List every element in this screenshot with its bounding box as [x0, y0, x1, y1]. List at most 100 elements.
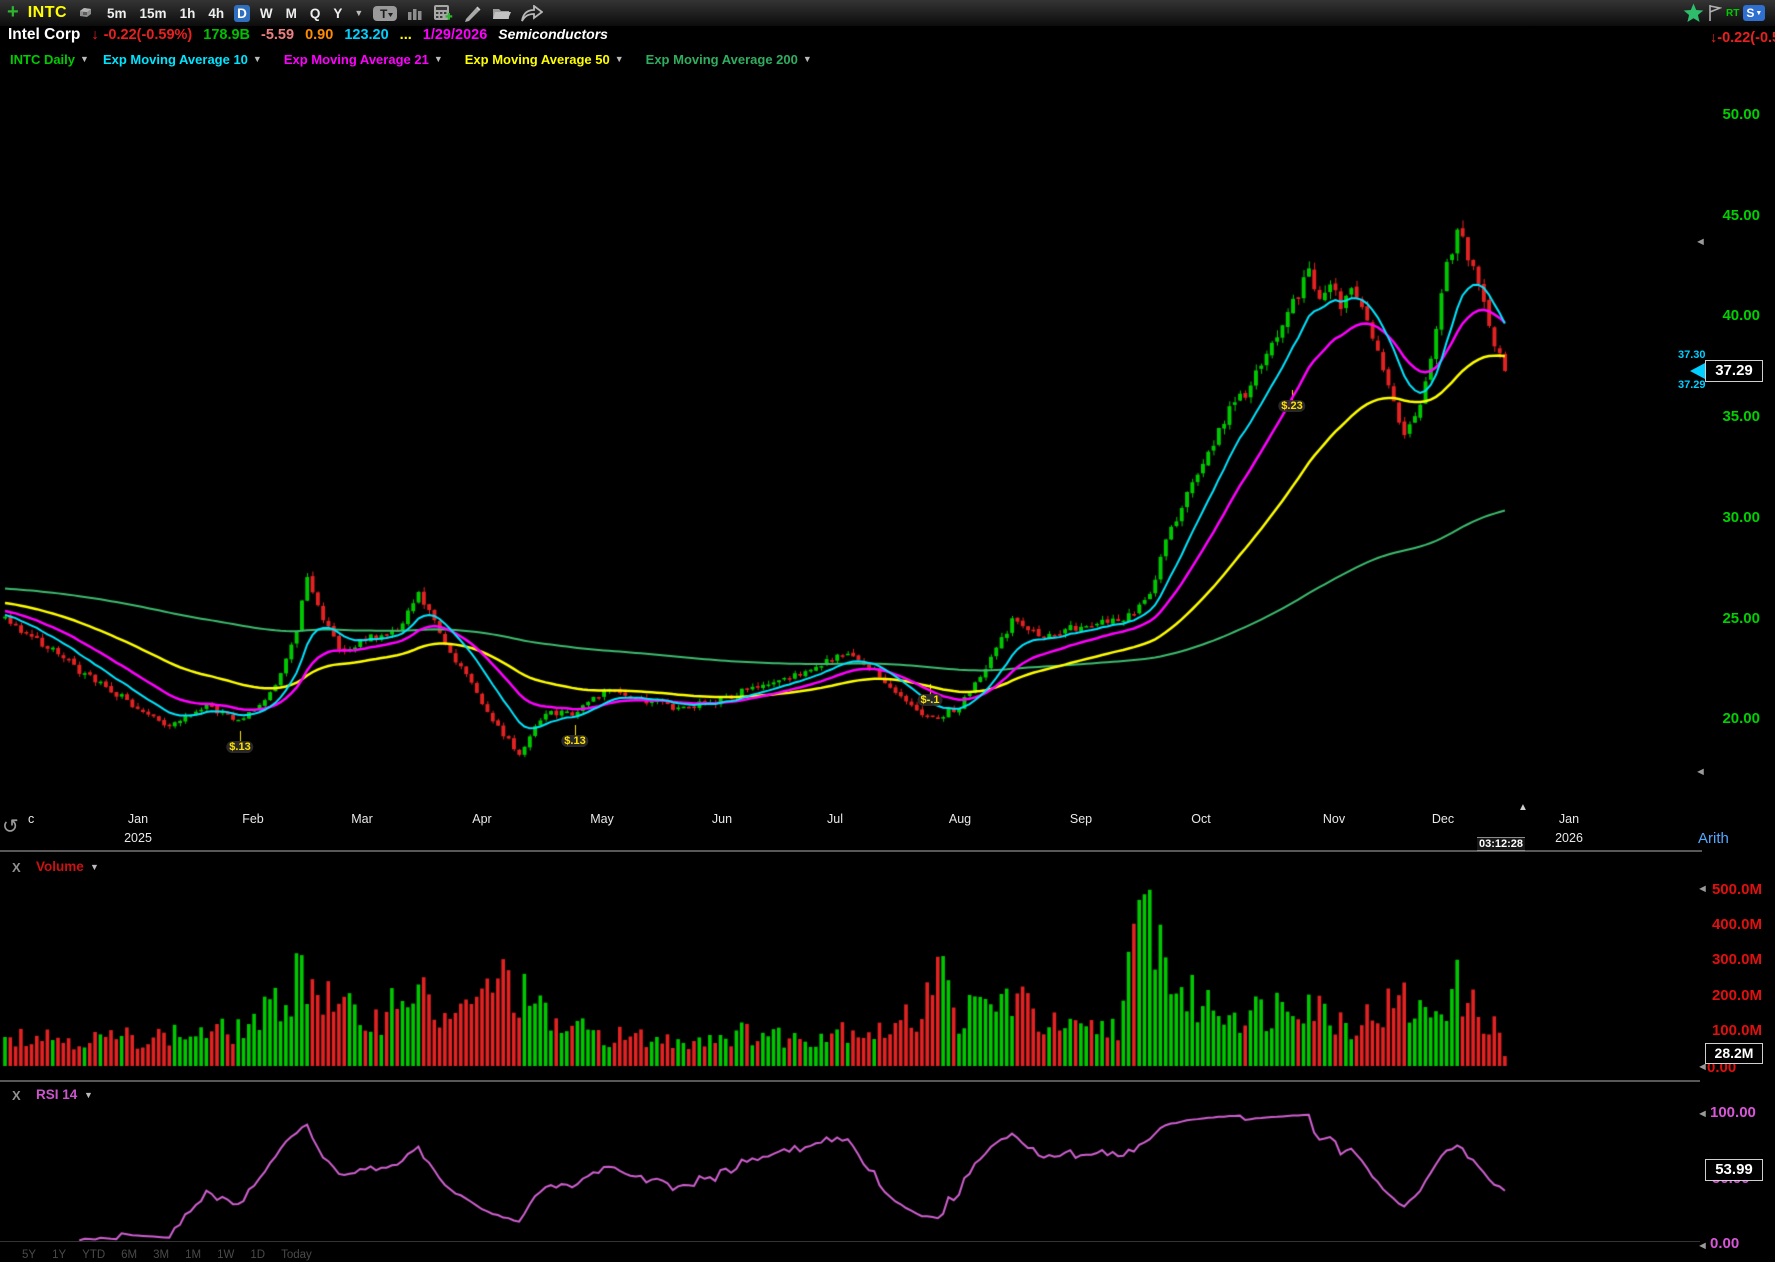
last-price-box: 37.29 — [1705, 360, 1763, 382]
indicator-label: Exp Moving Average 200 — [646, 52, 798, 67]
indicator-caret-icon[interactable]: ▼ — [253, 54, 262, 64]
refresh-range-icon[interactable]: ↺ — [2, 814, 19, 839]
timeframe-W[interactable]: W — [257, 5, 276, 22]
rsi-pane-close-button[interactable]: X — [12, 1088, 21, 1103]
price-tick-30.00: 30.00 — [1688, 509, 1760, 526]
month-label-Jul: Jul — [805, 812, 865, 826]
scale-marker-icon-5: ◄ — [1697, 1240, 1708, 1252]
range-link-6M[interactable]: 6M — [121, 1249, 137, 1261]
bars-icon[interactable] — [407, 6, 423, 21]
range-link-1W[interactable]: 1W — [217, 1249, 234, 1261]
price-tick-25.00: 25.00 — [1688, 610, 1760, 627]
pencil-icon[interactable] — [463, 5, 482, 22]
range-link-1Y[interactable]: 1Y — [52, 1249, 66, 1261]
symbol-input[interactable]: INTC — [28, 4, 67, 22]
indicator-label: Exp Moving Average 21 — [284, 52, 429, 67]
range-link-1M[interactable]: 1M — [185, 1249, 201, 1261]
year-label-2025: 2025 — [108, 831, 168, 845]
quote-date: 1/29/2026 — [423, 27, 488, 43]
indicator-caret-icon[interactable]: ▼ — [803, 54, 812, 64]
stream-badge[interactable]: S▼ — [1743, 5, 1765, 21]
quote-stat-pink: -5.59 — [261, 27, 294, 43]
price-tick-50.00: 50.00 — [1688, 106, 1760, 123]
printer-icon[interactable] — [76, 5, 95, 21]
rsi-pane-caret-icon[interactable]: ▼ — [84, 1090, 93, 1100]
axis-scale-label[interactable]: Arith — [1698, 830, 1729, 847]
volume-pane-caret-icon[interactable]: ▼ — [90, 862, 99, 872]
last-rsi-box: 53.99 — [1705, 1159, 1763, 1181]
calculator-add-icon[interactable] — [432, 4, 454, 22]
month-label-Aug: Aug — [930, 812, 990, 826]
ticker-tool-icon[interactable]: T — [372, 5, 398, 22]
folder-icon[interactable] — [491, 5, 512, 21]
company-name: Intel Corp — [8, 26, 80, 44]
scale-marker-icon-4: ◄ — [1697, 1108, 1708, 1120]
share-icon[interactable] — [521, 5, 543, 22]
timeframe-4h[interactable]: 4h — [205, 5, 227, 22]
timeframe-D[interactable]: D — [234, 5, 250, 22]
quote-stat-cyan: 123.20 — [344, 27, 388, 43]
rsi-zero-label: 0.00 — [1710, 1235, 1739, 1252]
rsi-pane-title[interactable]: RSI 14 — [36, 1087, 77, 1102]
timeframe-15m[interactable]: 15m — [137, 5, 170, 22]
month-label-Apr: Apr — [452, 812, 512, 826]
series-selector[interactable]: INTC Daily▼ — [10, 52, 89, 67]
quote-stat-orange: 0.90 — [305, 27, 333, 43]
timeframe-caret-icon[interactable]: ▼ — [354, 8, 363, 18]
month-label-Jan: Jan — [108, 812, 168, 826]
month-label-Oct: Oct — [1171, 812, 1231, 826]
quote-ellipsis[interactable]: ... — [400, 27, 412, 43]
range-link-YTD[interactable]: YTD — [82, 1249, 105, 1261]
month-label-May: May — [572, 812, 632, 826]
timeframe-M[interactable]: M — [283, 5, 300, 22]
month-label-Feb: Feb — [223, 812, 283, 826]
indicator-caret-icon[interactable]: ▼ — [615, 54, 624, 64]
pane-divider-rsi-bottom — [0, 1241, 1700, 1242]
toolbar: + INTC 5m 15m 1h 4h DWMQY ▼ T — [0, 0, 1775, 26]
indicator-ema-200[interactable]: Exp Moving Average 200 ▼ — [646, 52, 812, 67]
month-label-Mar: Mar — [332, 812, 392, 826]
indicator-label: Exp Moving Average 10 — [103, 52, 248, 67]
ask-price-label: 37.30 — [1678, 349, 1704, 361]
volume-tick-200.0M: 200.0M — [1690, 987, 1762, 1004]
scale-marker-icon-2: ◄ — [1697, 883, 1708, 895]
indicator-ema-10[interactable]: Exp Moving Average 10 ▼ — [103, 52, 262, 67]
last-price-arrow-icon — [1690, 363, 1705, 379]
volume-pane-title[interactable]: Volume — [36, 859, 84, 874]
range-link-1D[interactable]: 1D — [250, 1249, 265, 1261]
pane-divider-volume-rsi[interactable] — [0, 1080, 1700, 1082]
range-link-5Y[interactable]: 5Y — [22, 1249, 36, 1261]
indicator-caret-icon[interactable]: ▼ — [434, 54, 443, 64]
pane-divider-price-volume[interactable] — [0, 850, 1702, 852]
dividend-badge-1: $.13 — [561, 735, 588, 747]
month-label-Nov: Nov — [1304, 812, 1364, 826]
flag-icon[interactable] — [1708, 4, 1722, 22]
price-tick-40.00: 40.00 — [1688, 307, 1760, 324]
range-link-3M[interactable]: 3M — [153, 1249, 169, 1261]
volume-pane-close-button[interactable]: X — [12, 860, 21, 875]
volume-tick-400.0M: 400.0M — [1690, 916, 1762, 933]
volume-tick-300.0M: 300.0M — [1690, 951, 1762, 968]
add-symbol-icon[interactable]: + — [7, 2, 19, 22]
rsi-top-label: 100.00 — [1710, 1104, 1756, 1121]
range-link-Today[interactable]: Today — [281, 1249, 312, 1261]
price-tick-45.00: 45.00 — [1688, 207, 1760, 224]
scale-marker-icon-1: ◄ — [1695, 766, 1706, 778]
timeframe-1h[interactable]: 1h — [177, 5, 199, 22]
quote-sector[interactable]: Semiconductors — [498, 26, 608, 42]
chart-window: + INTC 5m 15m 1h 4h DWMQY ▼ T — [0, 0, 1775, 1262]
timeframe-5m[interactable]: 5m — [104, 5, 130, 22]
indicator-ema-21[interactable]: Exp Moving Average 21 ▼ — [284, 52, 443, 67]
dividend-badge-2: $-.1 — [918, 694, 943, 706]
timeframe-Y[interactable]: Y — [330, 5, 345, 22]
toolbar-right: RT S▼ — [1683, 3, 1765, 23]
star-icon[interactable] — [1683, 3, 1704, 23]
range-link-bar: 5Y 1Y YTD 6M 3M 1M 1W 1D Today — [22, 1249, 312, 1261]
indicator-ema-50[interactable]: Exp Moving Average 50▼ — [465, 52, 624, 67]
corner-change: ↓-0.22(-0.59%) — [1710, 29, 1775, 47]
timeframe-Q[interactable]: Q — [307, 5, 324, 22]
price-chart-canvas[interactable] — [0, 0, 1775, 1262]
svg-text:T: T — [380, 7, 388, 21]
dividend-badge-3: $.23 — [1278, 400, 1305, 412]
month-label-Sep: Sep — [1051, 812, 1111, 826]
